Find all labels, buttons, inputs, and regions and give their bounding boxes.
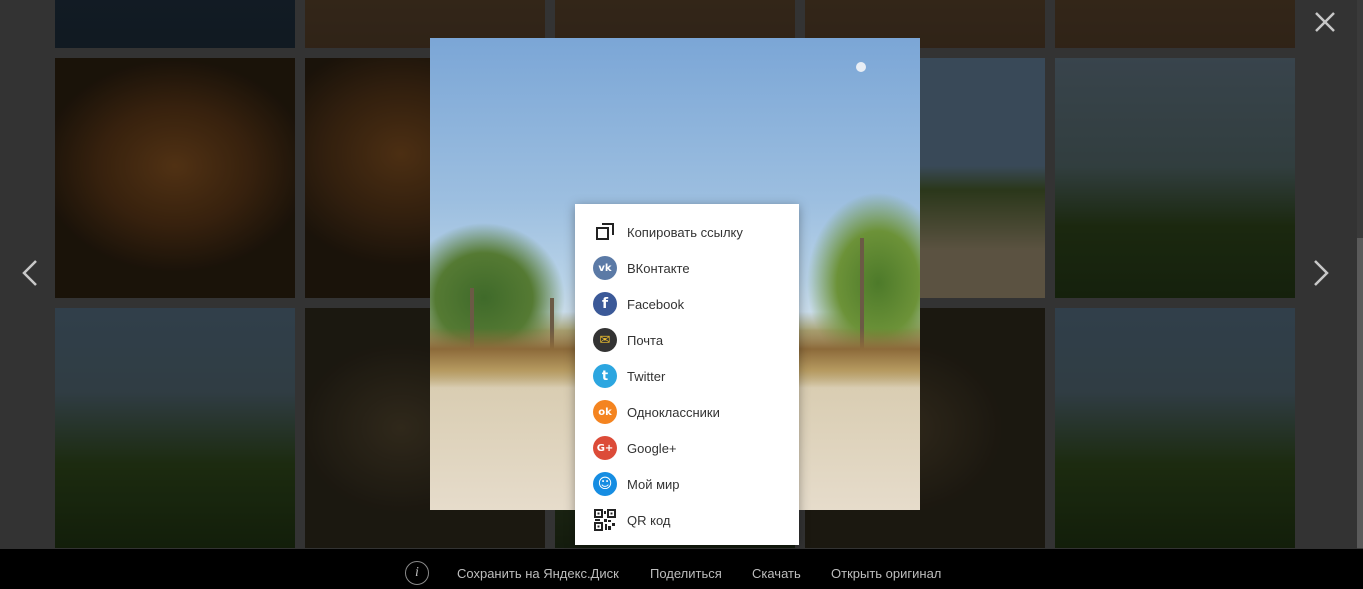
share-item-label: Одноклассники (627, 404, 720, 420)
grid-thumbnail[interactable] (55, 308, 295, 548)
share-item-twitter[interactable]: t Twitter (575, 358, 799, 394)
scrollbar-thumb[interactable] (1357, 238, 1363, 548)
moon-shape (856, 62, 866, 72)
close-icon (1315, 12, 1335, 32)
chevron-left-icon (22, 260, 37, 286)
close-button[interactable] (1313, 10, 1337, 34)
download-link[interactable]: Скачать (752, 566, 801, 581)
moy-mir-icon: ☺ (593, 472, 617, 496)
share-item-copy-link[interactable]: Копировать ссылку (575, 214, 799, 250)
share-item-label: Facebook (627, 296, 685, 312)
chevron-right-icon (1314, 260, 1329, 286)
share-item-label: Twitter (627, 368, 666, 384)
copy-link-icon (593, 220, 617, 244)
facebook-icon: f (593, 292, 617, 316)
google-plus-icon: G+ (593, 436, 617, 460)
share-item-label: Google+ (627, 440, 677, 456)
odnoklassniki-icon: ok (593, 400, 617, 424)
share-item-label: Копировать ссылку (627, 224, 743, 240)
grid-thumbnail[interactable] (55, 0, 295, 48)
mail-icon: ✉ (593, 328, 617, 352)
grid-thumbnail[interactable] (1055, 0, 1295, 48)
twitter-icon: t (593, 364, 617, 388)
share-item-facebook[interactable]: f Facebook (575, 286, 799, 322)
share-item-moy-mir[interactable]: ☺ Мой мир (575, 466, 799, 502)
grid-thumbnail[interactable] (55, 58, 295, 298)
share-item-label: ВКонтакте (627, 260, 690, 276)
share-item-qr-code[interactable]: QR код (575, 502, 799, 538)
qr-code-icon (593, 508, 617, 532)
share-item-odnoklassniki[interactable]: ok Одноклассники (575, 394, 799, 430)
grid-thumbnail[interactable] (1055, 58, 1295, 298)
save-to-yandex-disk-link[interactable]: Сохранить на Яндекс.Диск (457, 566, 619, 581)
share-item-google-plus[interactable]: G+ Google+ (575, 430, 799, 466)
open-original-link[interactable]: Открыть оригинал (831, 566, 941, 581)
share-item-label: Мой мир (627, 476, 680, 492)
share-link[interactable]: Поделиться (650, 566, 722, 581)
share-item-label: Почта (627, 332, 664, 348)
grid-thumbnail[interactable] (1055, 308, 1295, 548)
previous-image-button[interactable] (16, 258, 46, 288)
share-item-mail[interactable]: ✉ Почта (575, 322, 799, 358)
bottom-toolbar: i Сохранить на Яндекс.Диск Поделиться Ск… (0, 549, 1363, 589)
info-icon: i (415, 565, 419, 580)
info-button[interactable]: i (405, 561, 429, 585)
vk-icon: vk (593, 256, 617, 280)
share-item-label: QR код (627, 512, 671, 528)
share-item-vkontakte[interactable]: vk ВКонтакте (575, 250, 799, 286)
share-menu: Копировать ссылку vk ВКонтакте f Faceboo… (575, 204, 799, 545)
next-image-button[interactable] (1305, 258, 1335, 288)
